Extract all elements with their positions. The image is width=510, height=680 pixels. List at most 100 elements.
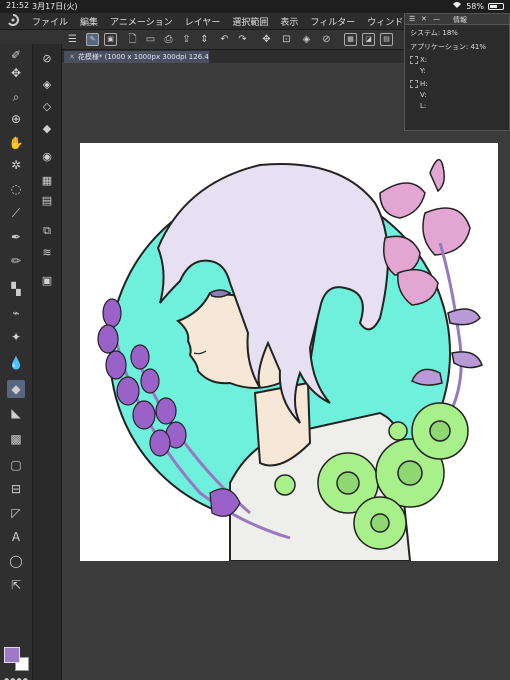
blend-icon[interactable]: 💧 [7,354,25,372]
pen-pressure-icon[interactable]: ✎ [86,33,99,46]
frame-icon[interactable]: ⊟ [7,480,25,498]
pen-icon[interactable]: ✒ [7,228,25,246]
battery-level-fill [490,4,497,8]
green-flower-4-center [370,513,390,533]
artwork-canvas[interactable] [80,143,498,561]
status-date: 3月17日(火) [32,2,78,11]
clear-selection-icon[interactable]: ⊘ [320,33,333,46]
hide-ui-icon[interactable]: ▣ [104,33,117,46]
menu-icon[interactable]: ☰ [66,33,79,46]
status-right: 58% [452,1,504,11]
lasso-icon[interactable]: ◌ [7,180,25,198]
document-tab[interactable]: ✕ 花模様* (1000 x 1000px 300dpi 126.4%) [64,51,209,63]
green-flower-3-center [429,420,451,442]
redo-icon[interactable]: ↷ [236,33,249,46]
move-icon[interactable]: ✥ [7,64,25,82]
sub-tool-column: ⊘ ◈ ◇ ◆ ◉ ▦ ▤ ⧉ ≋ ▣ [33,44,62,680]
info-x-row: X: [410,56,427,64]
stepper-icon[interactable]: ⇕ [198,33,211,46]
leaf-2 [451,351,483,369]
hand-icon[interactable]: ✋ [7,134,25,152]
lavender-bud-3 [105,350,127,380]
layer-fill-icon[interactable]: ◆ [38,120,56,138]
main-color-swatch[interactable] [4,647,20,663]
layer-move-icon[interactable]: ⊕ [7,110,25,128]
zoom-icon[interactable]: ⌕ [7,88,25,106]
menu-file[interactable]: ファイル [26,15,74,28]
green-bud-2 [388,421,408,441]
close-tab-icon[interactable]: ✕ [69,53,75,61]
menu-edit[interactable]: 編集 [74,15,104,28]
info-panel-title: 情報 [453,16,467,24]
panel-close-icon[interactable]: ✕ [421,15,427,23]
auto-select-icon[interactable]: ✲ [7,156,25,174]
document-title: 花模様* (1000 x 1000px 300dpi 126.4%) [77,53,209,61]
panel-minimize-icon[interactable]: — [433,15,440,23]
menu-layer[interactable]: レイヤー [179,15,227,28]
snap-grid-icon[interactable]: ▤ [380,33,393,46]
correct-line-icon[interactable]: ⇱ [7,576,25,594]
wifi-icon [452,1,462,11]
info-panel-header[interactable]: ☰ ✕ — 情報 [405,14,509,25]
save-icon[interactable]: ⎙ [162,33,175,46]
transform-icon[interactable]: ✥ [260,33,273,46]
balloon-icon[interactable]: ◯ [7,552,25,570]
snap-icon[interactable]: ▦ [344,33,357,46]
crop-icon[interactable]: ⊡ [280,33,293,46]
leaf-1 [447,308,481,326]
snap-ruler-icon[interactable]: ◪ [362,33,375,46]
menu-filter[interactable]: フィルター [304,15,361,28]
export-icon[interactable]: ⇪ [180,33,193,46]
layers-icon[interactable]: ≋ [38,244,56,262]
eyedropper-icon[interactable]: ⟋ [7,204,25,222]
layer-property-icon[interactable]: ▤ [38,192,56,210]
undo-icon[interactable]: ↶ [218,33,231,46]
eraser-icon[interactable]: ◆ [7,380,25,398]
green-bud-1 [274,474,296,496]
layer-clear-icon[interactable]: ◈ [38,76,56,94]
position-icon [410,56,418,64]
info-panel: ☰ ✕ — 情報 システム: 18% アプリケーション: 41% X: Y: H… [404,13,510,131]
pink-flower-1 [379,182,426,219]
ruler-icon[interactable]: ◸ [7,504,25,522]
fill-selection-icon[interactable]: ◈ [300,33,313,46]
image-icon[interactable]: ▣ [38,272,56,290]
bucket-icon[interactable]: ◣ [7,404,25,422]
record-icon[interactable]: ◉ [38,148,56,166]
green-flower-1-center [336,471,360,495]
info-v-row: V: [410,91,427,99]
layer-delete-icon[interactable]: ◇ [38,98,56,116]
pencil-icon[interactable]: ✏ [7,252,25,270]
stack-icon[interactable]: ⧉ [38,222,56,240]
text-icon[interactable]: A [7,528,25,546]
decoration-icon[interactable]: ✦ [7,328,25,346]
pink-flower-bud [429,158,445,193]
canvas-area[interactable] [62,63,510,680]
info-l-row: L: [410,102,426,110]
menu-selection[interactable]: 選択範囲 [226,15,274,28]
menu-view[interactable]: 表示 [274,15,304,28]
clip-studio-logo-icon[interactable] [0,13,26,29]
info-application: アプリケーション: 41% [410,43,487,51]
gradient-icon[interactable]: ▩ [7,430,25,448]
pen-tool-icon[interactable]: ✐ [7,46,25,64]
airbrush-icon[interactable]: ⌁ [7,304,25,322]
info-v: V: [420,91,427,99]
open-file-icon[interactable]: ▭ [144,33,157,46]
navigator-icon[interactable]: ⊘ [38,50,56,68]
fill-icon[interactable]: ▚ [7,280,25,298]
info-y: Y: [420,67,426,75]
lavender-bud-6 [140,368,160,394]
info-x: X: [420,56,428,64]
lavender-bud-5 [130,344,150,370]
figure-icon[interactable]: ▢ [7,456,25,474]
status-time: 21:52 [6,1,30,10]
material-icon[interactable]: ▦ [38,172,56,190]
menu-animation[interactable]: アニメーション [104,15,179,28]
new-file-icon[interactable]: 🗋 [126,33,139,46]
panel-menu-icon[interactable]: ☰ [409,15,415,23]
tool-palette: ✐ ✥ ⌕ ⊕ ✋ ✲ ◌ ⟋ ✒ ✏ ▚ ⌁ ✦ 💧 ◆ ◣ ▩ ▢ ⊟ ◸ … [0,44,33,680]
info-system: システム: 18% [410,29,458,37]
